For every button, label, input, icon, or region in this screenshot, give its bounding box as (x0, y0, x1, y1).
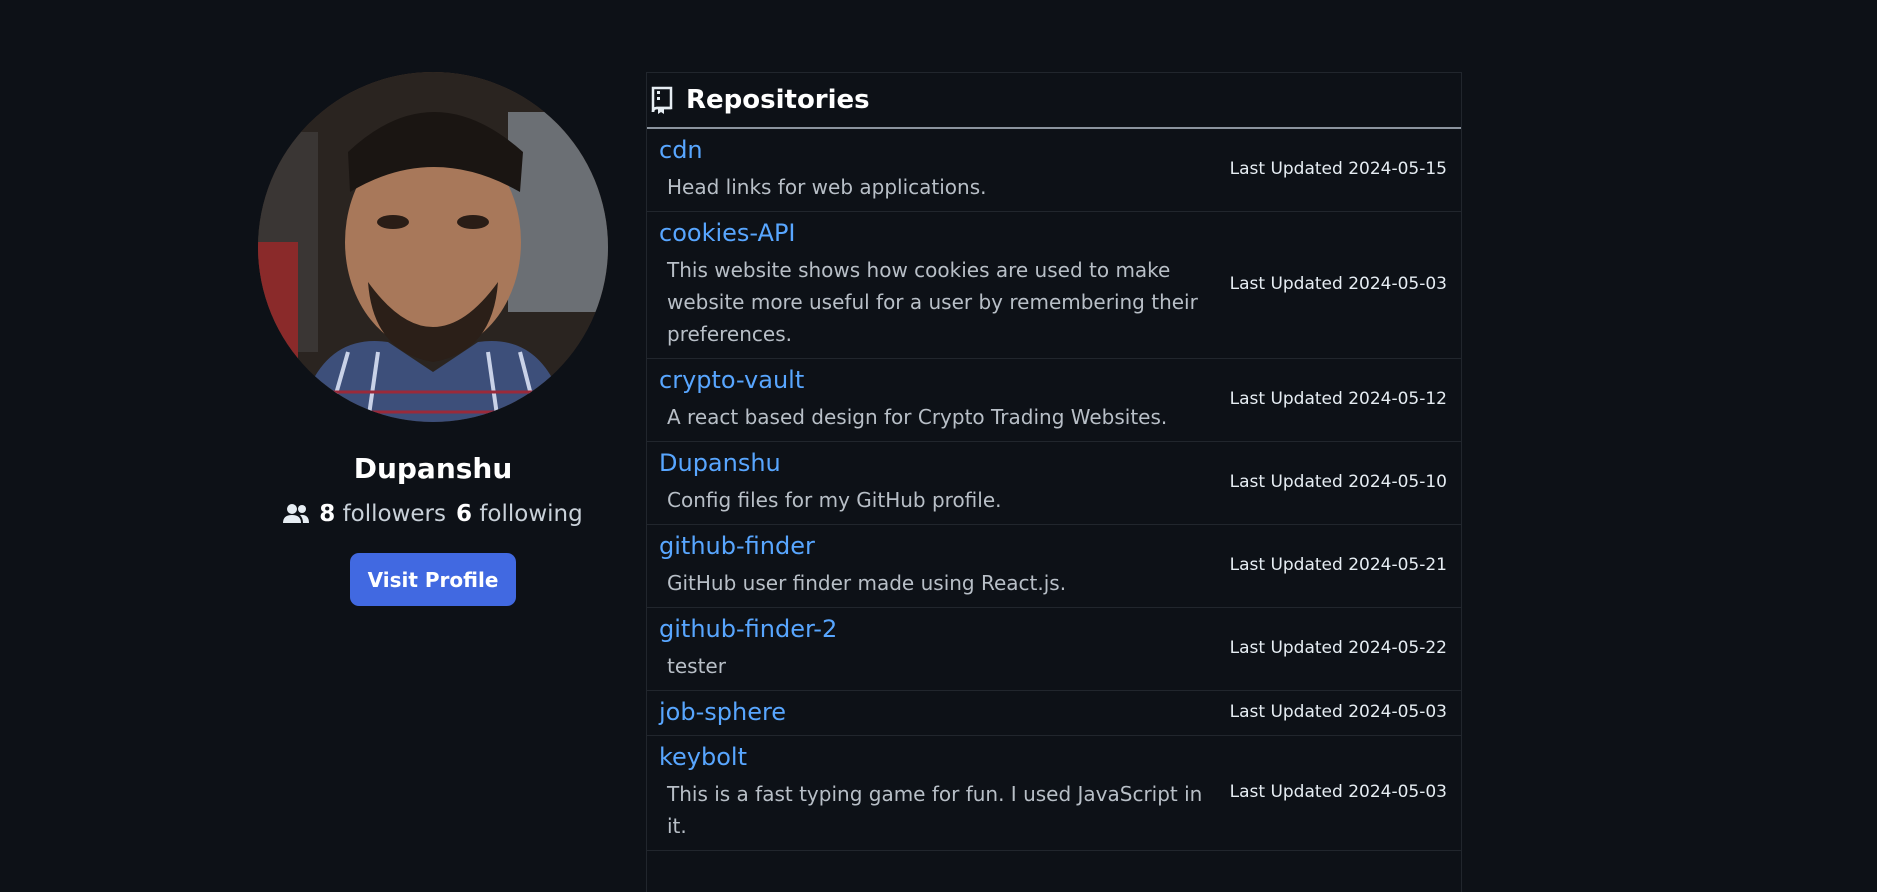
repo-icon (651, 86, 673, 114)
followers-label: followers (342, 501, 446, 527)
repo-row: crypto-vault A react based design for Cry… (647, 359, 1461, 442)
following-count: 6 (456, 501, 473, 527)
people-icon (283, 504, 310, 523)
repo-row: cdn Head links for web applications. Last … (647, 129, 1461, 212)
repo-last-updated: Last Updated 2024-05-03 (1229, 274, 1447, 294)
repo-description: A react based design for Crypto Trading … (667, 405, 1168, 429)
follow-stats: 8 followers 6 following (283, 501, 583, 527)
repo-description: Head links for web applications. (667, 175, 987, 199)
repo-description: tester (667, 654, 726, 678)
repo-row: github-finder GitHub user finder made usi… (647, 525, 1461, 608)
repo-description: Config files for my GitHub profile. (667, 488, 1002, 512)
repo-row: Dupanshu Config files for my GitHub profi… (647, 442, 1461, 525)
followers-link[interactable]: 8 followers (319, 501, 446, 527)
repo-name-link[interactable]: crypto-vault (659, 365, 1219, 395)
repo-last-updated: Last Updated 2024-05-22 (1229, 638, 1447, 658)
repositories-header: Repositories (647, 73, 1461, 129)
repo-row: job-sphere Last Updated 2024-05-03 (647, 691, 1461, 736)
repo-info: github-finder-2 tester (659, 614, 1219, 682)
repo-name-link[interactable]: cookies-API (659, 218, 1219, 248)
repo-info: github-finder GitHub user finder made usi… (659, 531, 1219, 599)
repo-last-updated: Last Updated 2024-05-10 (1229, 472, 1447, 492)
repo-name-link[interactable]: github-finder-2 (659, 614, 1219, 644)
repo-last-updated: Last Updated 2024-05-12 (1229, 389, 1447, 409)
repo-row: cookies-API This website shows how cookie… (647, 212, 1461, 359)
profile-card: Dupanshu 8 followers 6 following Visit P… (258, 72, 608, 606)
repo-description: This website shows how cookies are used … (667, 258, 1198, 346)
visit-profile-button[interactable]: Visit Profile (349, 553, 517, 606)
repo-name-link[interactable]: Dupanshu (659, 448, 1219, 478)
repo-info: cookies-API This website shows how cookie… (659, 218, 1219, 350)
repo-last-updated: Last Updated 2024-05-03 (1229, 702, 1447, 722)
avatar (258, 72, 608, 422)
following-label: following (479, 501, 583, 527)
repo-info: Dupanshu Config files for my GitHub profi… (659, 448, 1219, 516)
username: Dupanshu (353, 452, 513, 485)
repo-name-link[interactable]: github-finder (659, 531, 1219, 561)
repo-info: crypto-vault A react based design for Cry… (659, 365, 1219, 433)
repo-info: keybolt This is a fast typing game for fu… (659, 742, 1219, 842)
repo-name-link[interactable]: job-sphere (659, 697, 1219, 727)
repo-last-updated: Last Updated 2024-05-15 (1229, 159, 1447, 179)
following-link[interactable]: 6 following (456, 501, 583, 527)
repo-description: This is a fast typing game for fun. I us… (667, 782, 1203, 838)
followers-count: 8 (319, 501, 336, 527)
repo-info: job-sphere (659, 697, 1219, 727)
repo-name-link[interactable]: cdn (659, 135, 1219, 165)
repo-row: keybolt This is a fast typing game for fu… (647, 736, 1461, 851)
repo-name-link[interactable]: keybolt (659, 742, 1219, 772)
repo-info: cdn Head links for web applications. (659, 135, 1219, 203)
repository-list: cdn Head links for web applications. Last … (647, 129, 1461, 851)
repo-row: github-finder-2 tester Last Updated 2024-0… (647, 608, 1461, 691)
repo-last-updated: Last Updated 2024-05-21 (1229, 555, 1447, 575)
repo-description: GitHub user finder made using React.js. (667, 571, 1067, 595)
avatar-image (258, 72, 608, 422)
repositories-panel: Repositories cdn Head links for web appli… (646, 72, 1462, 892)
repositories-title: Repositories (686, 85, 870, 115)
repo-last-updated: Last Updated 2024-05-03 (1229, 782, 1447, 802)
